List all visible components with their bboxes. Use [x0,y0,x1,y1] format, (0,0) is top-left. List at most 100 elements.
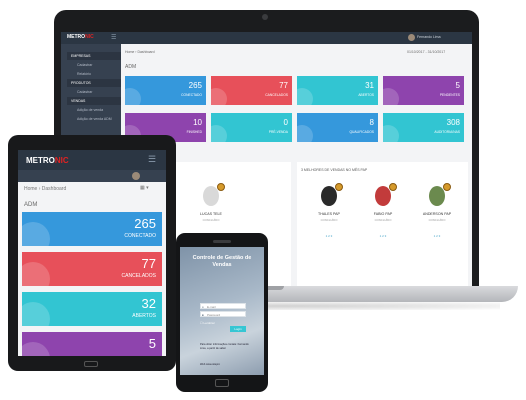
date-range[interactable]: 01/10/2017 - 31/10/2017 [407,50,445,54]
stat-card[interactable]: 31 ABERTOS [297,76,378,105]
phone-screen: Controle de Gestão de Vendas ● E-mail ■ … [180,247,264,375]
medal-icon [389,183,397,191]
stat-value: 31 [365,81,374,90]
laptop-camera [262,14,268,20]
stat-value: 77 [279,81,288,90]
chart-bubble-icon [125,88,141,105]
menu-toggle-icon[interactable]: ☰ [148,154,156,165]
contact-text: Para obter informações contate: Fernando… [200,343,249,350]
footer-link[interactable]: Web www.sitepro [200,363,250,367]
avatar[interactable] [132,172,140,180]
laptop-logo[interactable]: METRONIC [67,34,94,40]
avatar[interactable] [408,34,415,41]
password-field[interactable]: ■ Password [200,311,246,317]
agent-stats: 1 2 3 [433,234,441,238]
agent-stats: 1 2 3 [325,234,333,238]
stat-value: 8 [369,118,374,127]
sidebar-item[interactable]: Cadastrar [67,88,121,96]
agent-name: ANDERSON PAP [422,212,452,216]
sidebar-item[interactable]: Cadastrar [67,61,121,69]
email-field[interactable]: ● E-mail [200,303,246,309]
user-icon: ● [202,305,204,309]
calendar-icon[interactable]: ▦ ▾ [140,185,149,191]
chart-bubble-icon [211,125,227,142]
medal-icon [443,183,451,191]
stat-label: CANCELADOS [121,273,156,279]
stat-label: PENDENTES [439,93,460,97]
phone-speaker [213,240,231,243]
stat-card[interactable]: 77 CANCELADOS [22,252,162,286]
stat-value: 5 [148,336,156,351]
breadcrumb[interactable]: Home › Dashboard [125,50,155,54]
tablet-home-button[interactable] [84,361,98,367]
agent-status: CONCLUÍDO [374,218,392,222]
medal-icon [335,183,343,191]
login-button[interactable]: Login [230,326,246,332]
stat-card[interactable]: 265 CONECTADO [125,76,206,105]
panel-best-sales: 3 MELHORES DE VENDAS NO MÊS PAP THALES P… [297,162,468,286]
sidebar-item[interactable]: Adição de venda ADM [67,115,121,123]
agent-card[interactable]: ANDERSON PAP CONCLUÍDO 1 2 3 [419,183,455,246]
stat-label: CONECTADO [124,233,156,239]
chart-bubble-icon [297,88,313,105]
stat-label: AUDITORIA/NAS [434,130,460,134]
tablet-screen: METRONIC ☰ Home › Dashboard ▦ ▾ ADM 265 C… [18,150,166,356]
stat-label: CONECTADO [181,93,202,97]
stat-label: QUALIFICADOS [349,130,374,134]
panel-title: 3 MELHORES DE VENDAS NO MÊS PAP [301,168,368,172]
stat-card[interactable]: 308 AUDITORIA/NAS [383,113,464,142]
agent-name: LUCAS TELE [200,212,222,216]
stat-label: ABERTOS [132,313,156,319]
stat-value: 0 [283,118,288,127]
stat-card[interactable]: 32 ABERTOS [22,292,162,326]
stat-card[interactable]: 265 CONECTADO [22,212,162,246]
stat-label: CANCELADOS [265,93,288,97]
chart-bubble-icon [22,302,50,326]
agent-status: CONCLUÍDO [320,218,338,222]
stat-value: 5 [455,81,460,90]
agent-name: THALES PAP [318,212,340,216]
chart-bubble-icon [22,342,50,356]
chart-bubble-icon [297,125,313,142]
agent-status: CONCLUÍDO [202,218,220,222]
sidebar-item[interactable]: PRODUTOS [67,79,121,87]
breadcrumb[interactable]: Home › Dashboard [24,186,66,192]
chart-bubble-icon [22,222,50,246]
sidebar-item[interactable]: EMPRESAS [67,52,121,60]
agent-name: FABIO PAP [373,212,393,216]
medal-icon [217,183,225,191]
lock-icon: ■ [202,313,204,317]
agent-stats: 1 2 3 [379,234,387,238]
user-name[interactable]: Fernando Lima [417,35,441,39]
agent-status: CONCLUÍDO [428,218,446,222]
tablet-logo[interactable]: METRONIC [26,156,69,165]
stat-card[interactable]: 77 CANCELADOS [211,76,292,105]
sidebar-item[interactable]: Relatório [67,70,121,78]
stat-value: 265 [188,81,202,90]
agent-card[interactable]: THALES PAP CONCLUÍDO 1 2 3 [311,183,347,246]
stat-value: 308 [446,118,460,127]
stat-card[interactable]: 8 QUALIFICADOS [297,113,378,142]
stat-value: 32 [141,296,156,311]
agent-card[interactable]: FABIO PAP CONCLUÍDO 1 2 3 [365,183,401,246]
tablet-topbar: METRONIC ☰ [18,150,166,170]
stat-value: 265 [134,216,156,231]
chart-bubble-icon [383,88,399,105]
stat-value: 77 [141,256,156,271]
login-title: Controle de Gestão de Vendas [192,255,252,268]
stat-card[interactable]: 5 [22,332,162,356]
sidebar-item[interactable]: Adição de venda [67,106,121,114]
chart-bubble-icon [22,262,50,286]
stat-card[interactable]: 0 PRÉ-VENDA [211,113,292,142]
phone-home-button[interactable] [215,379,229,387]
tablet-subbar [18,170,166,182]
remember-checkbox[interactable]: ☐ Lembrar [200,321,215,325]
page-title: ADM [24,202,38,208]
stat-label: FINISHED [186,130,202,134]
menu-toggle-icon[interactable]: ☰ [111,34,116,41]
stat-card[interactable]: 5 PENDENTES [383,76,464,105]
sidebar-item[interactable]: VENDAS [67,97,121,105]
stat-label: PRÉ-VENDA [268,130,288,134]
stat-value: 10 [193,118,202,127]
stat-label: ABERTOS [358,93,374,97]
